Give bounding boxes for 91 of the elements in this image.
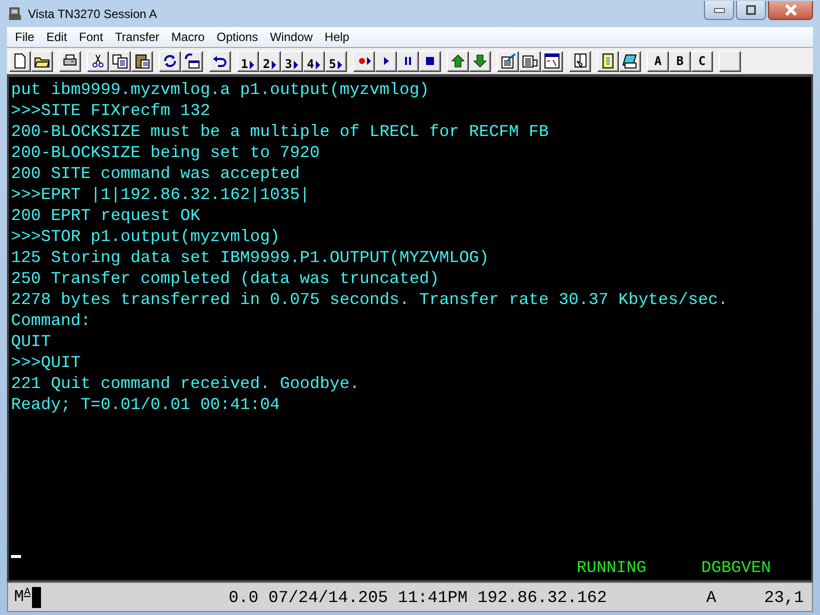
- terminal-line: Command:: [11, 310, 92, 331]
- documents-icon: [112, 53, 128, 69]
- terminal-line: 200-BLOCKSIZE must be a multiple of LRECL for RECFM FB: [11, 121, 550, 142]
- folder-button[interactable]: [31, 50, 53, 72]
- clipboard-icon: [134, 53, 150, 69]
- minimize-icon: [714, 8, 724, 12]
- menu-item[interactable]: File: [9, 30, 40, 44]
- refresh-button[interactable]: [159, 50, 181, 72]
- terminal-line: QUIT: [11, 331, 52, 352]
- terminal-line: >>>QUIT: [11, 352, 82, 373]
- up-arrow-icon: [450, 53, 466, 69]
- document-edit-button[interactable]: [497, 50, 519, 72]
- maximize-button[interactable]: [736, 1, 766, 20]
- macro-button[interactable]: 3: [281, 50, 303, 72]
- notepad-button[interactable]: [597, 50, 619, 72]
- macro-button[interactable]: 4: [303, 50, 325, 72]
- terminal-icon: [7, 6, 23, 22]
- terminal-line: 200 SITE command was accepted: [11, 163, 301, 184]
- menu-item[interactable]: Macro: [165, 30, 211, 44]
- undo-arrow-button[interactable]: [209, 50, 231, 72]
- terminal-line: 2278 bytes transferred in 0.075 seconds. Transfer rate 30.37 Kbytes/sec.: [11, 289, 729, 310]
- macro-button[interactable]: 5: [325, 50, 347, 72]
- play-icon: [314, 58, 322, 70]
- window-cursor-button[interactable]: [541, 50, 563, 72]
- terminal-line: >>>EPRT |1|192.86.32.162|1035|: [11, 184, 311, 205]
- menu-item[interactable]: Help: [318, 30, 356, 44]
- sheet-icon: [522, 53, 538, 69]
- menu-item[interactable]: Options: [210, 30, 264, 44]
- window-arrow-button[interactable]: [181, 50, 203, 72]
- play-icon: [292, 58, 300, 70]
- terminal-line: >>>SITE FIXrecfm 132: [11, 100, 212, 121]
- stop-button[interactable]: [419, 50, 441, 72]
- session-info: 0.0 07/24/14.205 11:41PM 192.86.32.162: [228, 588, 607, 606]
- cursor-position: 23,1: [764, 588, 804, 606]
- down-arrow-button[interactable]: [469, 50, 491, 72]
- mode-indicator: M: [14, 586, 24, 606]
- notebook-button[interactable]: [619, 50, 641, 72]
- clipboard-button[interactable]: [131, 50, 153, 72]
- terminal-line: 250 Transfer completed (data was truncated): [11, 268, 440, 289]
- scissors-button[interactable]: [87, 50, 109, 72]
- maximize-icon: [746, 5, 756, 15]
- session-button[interactable]: C: [691, 50, 713, 72]
- new-page-button[interactable]: [9, 50, 31, 72]
- notepad-icon: [600, 53, 616, 69]
- menu-item[interactable]: Window: [264, 30, 319, 44]
- session-button[interactable]: A: [647, 50, 669, 72]
- terminal-line: 200-BLOCKSIZE being set to 7920: [11, 142, 321, 163]
- field-indicator: A: [706, 588, 716, 606]
- terminal-line: 125 Storing data set IBM9999.P1.OUTPUT(MYZVMLOG): [11, 247, 490, 268]
- terminal-line: Ready; T=0.01/0.01 00:41:04: [11, 394, 281, 415]
- play-icon: [336, 58, 344, 70]
- menu-item[interactable]: Transfer: [109, 30, 166, 44]
- panel-cursor-button[interactable]: [569, 50, 591, 72]
- play-icon: [248, 58, 256, 70]
- printer-button[interactable]: [59, 50, 81, 72]
- window-cursor-icon: [544, 53, 560, 69]
- play-icon: [270, 58, 278, 70]
- up-arrow-button[interactable]: [447, 50, 469, 72]
- document-edit-icon: [500, 53, 516, 69]
- record-button[interactable]: [353, 50, 375, 72]
- terminal-line: >>>STOR p1.output(myzvmlog): [11, 226, 281, 247]
- menu-item[interactable]: Font: [73, 30, 110, 44]
- menu-item[interactable]: Edit: [40, 30, 74, 44]
- macro-button[interactable]: 1: [237, 50, 259, 72]
- scissors-icon: [90, 53, 106, 69]
- window-title: Vista TN3270 Session A: [28, 7, 157, 21]
- undo-arrow-icon: [212, 53, 228, 69]
- text-cursor: [11, 555, 21, 558]
- status-indicator: DGBGVEN: [701, 557, 771, 578]
- panel-cursor-icon: [572, 53, 588, 69]
- status-indicator: RUNNING: [576, 557, 646, 578]
- notebook-icon: [622, 53, 638, 69]
- terminal-line: 221 Quit command received. Goodbye.: [11, 373, 361, 394]
- sheet-button[interactable]: [519, 50, 541, 72]
- terminal-line: put ibm9999.myzvmlog.a p1.output(myzvmlog): [11, 79, 430, 100]
- pause-button[interactable]: [397, 50, 419, 72]
- terminal-line: 200 EPRT request OK: [11, 205, 202, 226]
- minimize-button[interactable]: [704, 1, 734, 20]
- toolbar-button[interactable]: [719, 50, 741, 72]
- play-button[interactable]: [375, 50, 397, 72]
- session-button[interactable]: B: [669, 50, 691, 72]
- new-page-icon: [12, 53, 28, 69]
- documents-button[interactable]: [109, 50, 131, 72]
- macro-button[interactable]: 2: [259, 50, 281, 72]
- close-button[interactable]: [768, 1, 813, 20]
- mode-sub-indicator: A: [24, 586, 31, 598]
- refresh-icon: [162, 53, 178, 69]
- window-arrow-icon: [184, 53, 200, 69]
- down-arrow-icon: [472, 53, 488, 69]
- cursor-block: [32, 586, 41, 608]
- close-icon: [784, 4, 796, 16]
